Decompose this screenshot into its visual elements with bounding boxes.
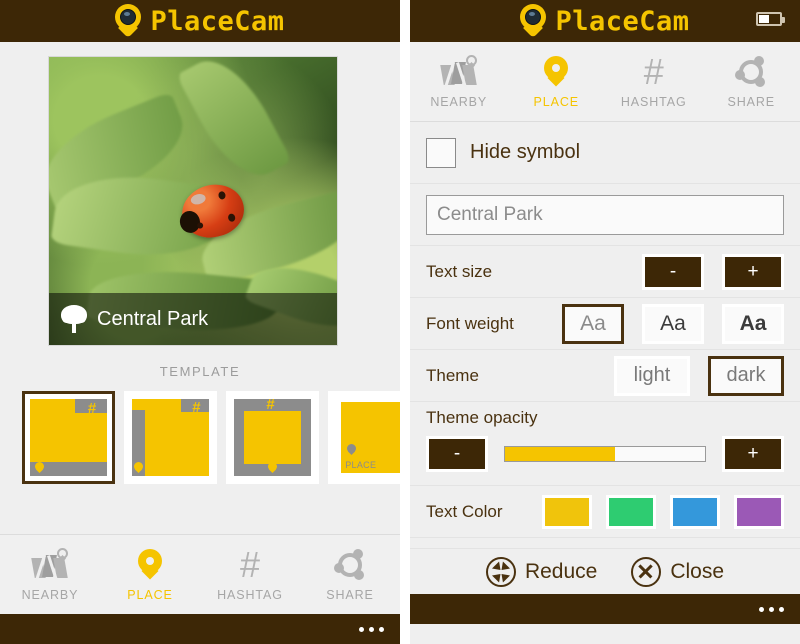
tab-hashtag[interactable]: # HASHTAG <box>605 42 703 121</box>
place-name-row <box>410 184 800 246</box>
close-icon <box>631 556 662 587</box>
map-pin-camera-icon <box>520 4 547 38</box>
theme-option-light[interactable]: light <box>614 355 690 396</box>
left-tab-bar: NEARBY PLACE # HASHTAG SHARE <box>0 534 400 614</box>
font-weight-option-light[interactable]: Aa <box>562 303 624 344</box>
template-thumb-4[interactable]: PLACE <box>328 391 400 484</box>
place-name-input[interactable] <box>426 194 784 235</box>
tab-label-nearby: NEARBY <box>21 588 79 602</box>
left-panel: PlaceCam Central Park TEMPLATE # # # PLA… <box>0 0 400 644</box>
theme-option-dark[interactable]: dark <box>708 355 784 396</box>
right-app-bar <box>410 594 800 624</box>
settings-list: Hide symbol Text size - + Font weight Aa… <box>410 122 800 548</box>
reduce-icon <box>485 556 516 587</box>
sidebar-item-nearby[interactable]: NEARBY <box>0 535 100 614</box>
template-thumb-1[interactable]: # <box>22 391 115 484</box>
font-weight-row: Font weight Aa Aa Aa <box>410 298 800 350</box>
tab-label-hashtag: HASHTAG <box>217 588 283 602</box>
text-color-swatch-green[interactable] <box>606 494 656 529</box>
template-list: # # # PLACE <box>0 379 400 484</box>
right-tab-bar: NEARBY PLACE # HASHTAG SHARE <box>410 42 800 122</box>
template-place-label: PLACE <box>345 459 377 470</box>
share-icon <box>735 54 767 90</box>
tab-label-share: SHARE <box>727 95 776 109</box>
theme-row: Theme light dark <box>410 350 800 402</box>
hide-symbol-label: Hide symbol <box>470 141 581 163</box>
share-icon <box>334 547 366 583</box>
theme-opacity-decrease-button[interactable]: - <box>426 436 488 472</box>
text-color-swatch-blue[interactable] <box>670 494 720 529</box>
photo-caption-overlay: Central Park <box>49 293 337 345</box>
text-size-row: Text size - + <box>410 246 800 298</box>
theme-opacity-slider[interactable] <box>504 446 706 462</box>
map-pin-camera-icon <box>115 4 142 38</box>
sidebar-item-hashtag[interactable]: # HASHTAG <box>200 535 300 614</box>
tab-share[interactable]: SHARE <box>703 42 800 121</box>
sidebar-item-place[interactable]: PLACE <box>100 535 200 614</box>
hashtag-icon: # <box>239 544 261 585</box>
font-weight-option-bold[interactable]: Aa <box>722 303 784 344</box>
close-button[interactable]: Close <box>631 556 725 587</box>
text-color-row: Text Color <box>410 486 800 538</box>
pin-icon <box>544 54 569 90</box>
text-color-swatch-purple[interactable] <box>734 494 784 529</box>
template-section-label: TEMPLATE <box>159 364 241 379</box>
more-options-icon[interactable] <box>359 626 384 632</box>
tab-label-place: PLACE <box>127 588 173 602</box>
text-size-increase-button[interactable]: + <box>722 253 784 290</box>
app-title: PlaceCam <box>150 5 285 37</box>
close-label: Close <box>670 559 725 583</box>
text-size-decrease-button[interactable]: - <box>642 253 704 290</box>
theme-opacity-increase-button[interactable]: + <box>722 436 784 472</box>
hashtag-icon: # <box>643 51 664 92</box>
font-weight-option-regular[interactable]: Aa <box>642 303 704 344</box>
sidebar-item-share[interactable]: SHARE <box>300 535 400 614</box>
template-thumb-2[interactable]: # <box>124 391 217 484</box>
tab-place[interactable]: PLACE <box>508 42 606 121</box>
theme-label: Theme <box>426 365 479 385</box>
hide-symbol-row[interactable]: Hide symbol <box>410 122 800 184</box>
right-app-bar-actions: Reduce Close <box>410 548 800 594</box>
tab-label-hashtag: HASHTAG <box>620 95 687 109</box>
tab-label-share: SHARE <box>326 588 374 602</box>
panel-divider <box>400 0 410 644</box>
map-icon <box>439 54 477 90</box>
right-panel: PlaceCam NEARBY PLACE # HASHTAG SHARE Hi… <box>410 0 800 644</box>
font-weight-label: Font weight <box>426 313 514 333</box>
tab-nearby[interactable]: NEARBY <box>410 42 508 121</box>
app-title: PlaceCam <box>555 5 690 37</box>
battery-half-icon <box>756 12 785 26</box>
more-options-icon[interactable] <box>759 606 784 612</box>
text-color-label: Text Color <box>426 501 503 521</box>
reduce-label: Reduce <box>524 559 598 583</box>
theme-opacity-row: Theme opacity - + <box>410 402 800 486</box>
left-app-bar <box>0 614 400 644</box>
map-icon <box>31 547 68 583</box>
tree-icon <box>61 305 87 333</box>
right-title-bar: PlaceCam <box>410 0 800 42</box>
photo-container: Central Park <box>0 42 400 346</box>
theme-opacity-label: Theme opacity <box>426 408 538 427</box>
photo-caption-text: Central Park <box>97 307 209 330</box>
template-thumb-3[interactable]: # <box>226 391 319 484</box>
app-screen: PlaceCam Central Park TEMPLATE # # # PLA… <box>0 0 800 644</box>
pin-icon <box>138 547 162 583</box>
ladybug-on-leaf-photo[interactable]: Central Park <box>48 56 338 346</box>
text-size-label: Text size <box>426 261 493 281</box>
text-color-swatch-yellow[interactable] <box>542 494 592 529</box>
reduce-button[interactable]: Reduce <box>485 556 598 587</box>
tab-label-place: PLACE <box>533 95 579 109</box>
tab-label-nearby: NEARBY <box>430 95 488 109</box>
hide-symbol-checkbox[interactable] <box>426 137 456 168</box>
left-title-bar: PlaceCam <box>0 0 400 42</box>
